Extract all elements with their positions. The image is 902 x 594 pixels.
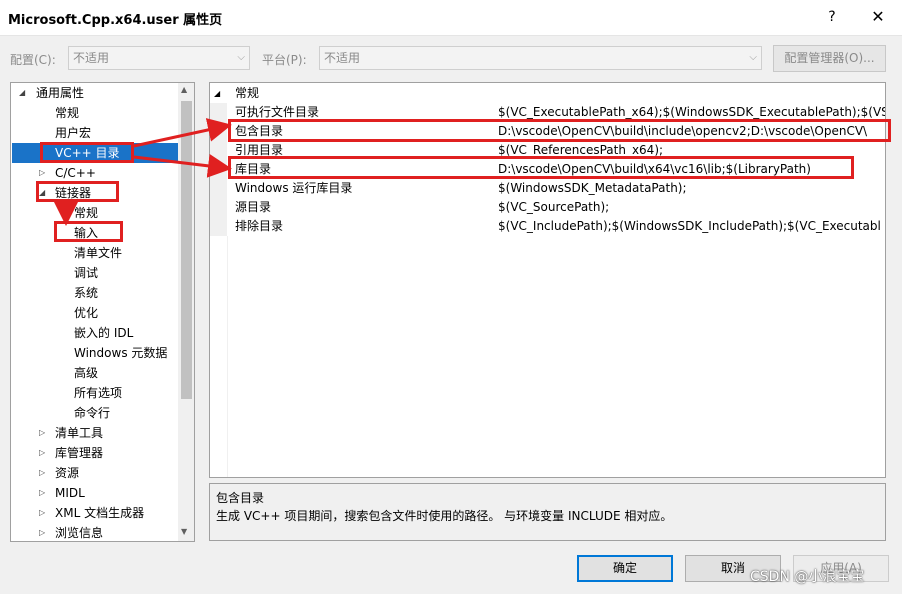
tree-item-label: 库管理器	[55, 446, 104, 460]
expanded-arrow-icon[interactable]: ◢	[19, 83, 25, 103]
window-title: Microsoft.Cpp.x64.user 属性页	[8, 13, 223, 28]
tree-item-label: 资源	[55, 466, 80, 480]
annotation-box-vc-directories	[40, 142, 134, 163]
tree-item-label: 清单工具	[55, 426, 104, 440]
tree-item-label: 浏览信息	[55, 526, 104, 540]
scroll-down-icon[interactable]: ▼	[181, 527, 187, 536]
grid-row-winrt-dirs[interactable]: Windows 运行库目录 $(WindowsSDK_MetadataPath)…	[210, 179, 885, 198]
collapsed-arrow-icon[interactable]: ▷	[39, 423, 45, 443]
tree-item-debugging[interactable]: 调试	[74, 263, 98, 283]
collapsed-arrow-icon[interactable]: ▷	[39, 483, 45, 503]
tree-item-label: C/C++	[55, 166, 96, 180]
tree-item-optimization[interactable]: 优化	[74, 303, 98, 323]
grid-category-general[interactable]: ◢ 常规	[210, 84, 885, 103]
grid-gutter	[227, 236, 228, 477]
config-select-value: 不适用	[73, 51, 110, 65]
scrollbar-thumb[interactable]	[181, 101, 192, 399]
tree-item-windows-metadata[interactable]: Windows 元数据	[74, 343, 167, 363]
collapsed-arrow-icon[interactable]: ▷	[39, 163, 45, 183]
tree-item-label: MIDL	[55, 486, 85, 500]
tree-item-all-options[interactable]: 所有选项	[74, 383, 122, 403]
annotation-box-include-dirs	[228, 119, 891, 142]
annotation-box-library-dirs	[228, 156, 854, 179]
grid-row-source-dirs[interactable]: 源目录 $(VC_SourcePath);	[210, 198, 885, 217]
config-manager-button[interactable]: 配置管理器(O)...	[773, 45, 886, 72]
tree-item-system[interactable]: 系统	[74, 283, 98, 303]
scroll-up-icon[interactable]: ▲	[181, 85, 187, 94]
chevron-down-icon: ⌵	[237, 52, 245, 63]
config-label: 配置(C):	[10, 53, 56, 67]
title-bar: Microsoft.Cpp.x64.user 属性页 ? ✕	[0, 0, 902, 36]
tree-item-embedded-idl[interactable]: 嵌入的 IDL	[74, 323, 133, 343]
tree-item-general[interactable]: 常规	[55, 103, 79, 123]
grid-row-value[interactable]: $(WindowsSDK_MetadataPath);	[498, 179, 687, 198]
collapsed-arrow-icon[interactable]: ▷	[39, 463, 45, 483]
tree-scrollbar[interactable]: ▲ ▼	[178, 83, 194, 541]
tree-item-command-line[interactable]: 命令行	[74, 403, 110, 423]
platform-select[interactable]: 不适用 ⌵	[319, 46, 762, 70]
grid-category-label: 常规	[235, 86, 260, 100]
grid-row-name: Windows 运行库目录	[235, 181, 353, 195]
grid-row-name: 源目录	[235, 200, 272, 214]
expanded-arrow-icon[interactable]: ◢	[214, 84, 220, 103]
platform-select-value: 不适用	[324, 51, 361, 65]
close-button[interactable]: ✕	[864, 6, 892, 28]
annotation-box-input	[54, 221, 123, 242]
collapsed-arrow-icon[interactable]: ▷	[39, 443, 45, 463]
grid-row-exclude-dirs[interactable]: 排除目录 $(VC_IncludePath);$(WindowsSDK_Incl…	[210, 217, 885, 236]
annotation-box-linker	[36, 181, 119, 202]
collapsed-arrow-icon[interactable]: ▷	[39, 523, 45, 541]
grid-row-name: 排除目录	[235, 219, 284, 233]
tree-item-label: XML 文档生成器	[55, 506, 145, 520]
ok-button[interactable]: 确定	[577, 555, 673, 582]
watermark: CSDN @小浪宝宝	[750, 569, 865, 585]
chevron-down-icon: ⌵	[749, 52, 757, 63]
help-button[interactable]: ?	[820, 6, 844, 28]
tree-item-user-macros[interactable]: 用户宏	[55, 123, 91, 143]
description-text: 生成 VC++ 项目期间，搜索包含文件时使用的路径。 与环境变量 INCLUDE…	[216, 509, 673, 523]
grid-row-value[interactable]: $(VC_IncludePath);$(WindowsSDK_IncludePa…	[498, 217, 881, 236]
tree-item-advanced[interactable]: 高级	[74, 363, 98, 383]
grid-row-value[interactable]: $(VC_SourcePath);	[498, 198, 609, 217]
tree-item-manifest-file[interactable]: 清单文件	[74, 243, 122, 263]
config-select[interactable]: 不适用 ⌵	[68, 46, 250, 70]
tree-item-linker-general[interactable]: 常规	[74, 203, 98, 223]
collapsed-arrow-icon[interactable]: ▷	[39, 503, 45, 523]
description-title: 包含目录	[216, 491, 265, 505]
platform-label: 平台(P):	[262, 53, 307, 67]
tree-item-label: 通用属性	[36, 86, 85, 100]
description-panel: 包含目录 生成 VC++ 项目期间，搜索包含文件时使用的路径。 与环境变量 IN…	[209, 483, 886, 541]
